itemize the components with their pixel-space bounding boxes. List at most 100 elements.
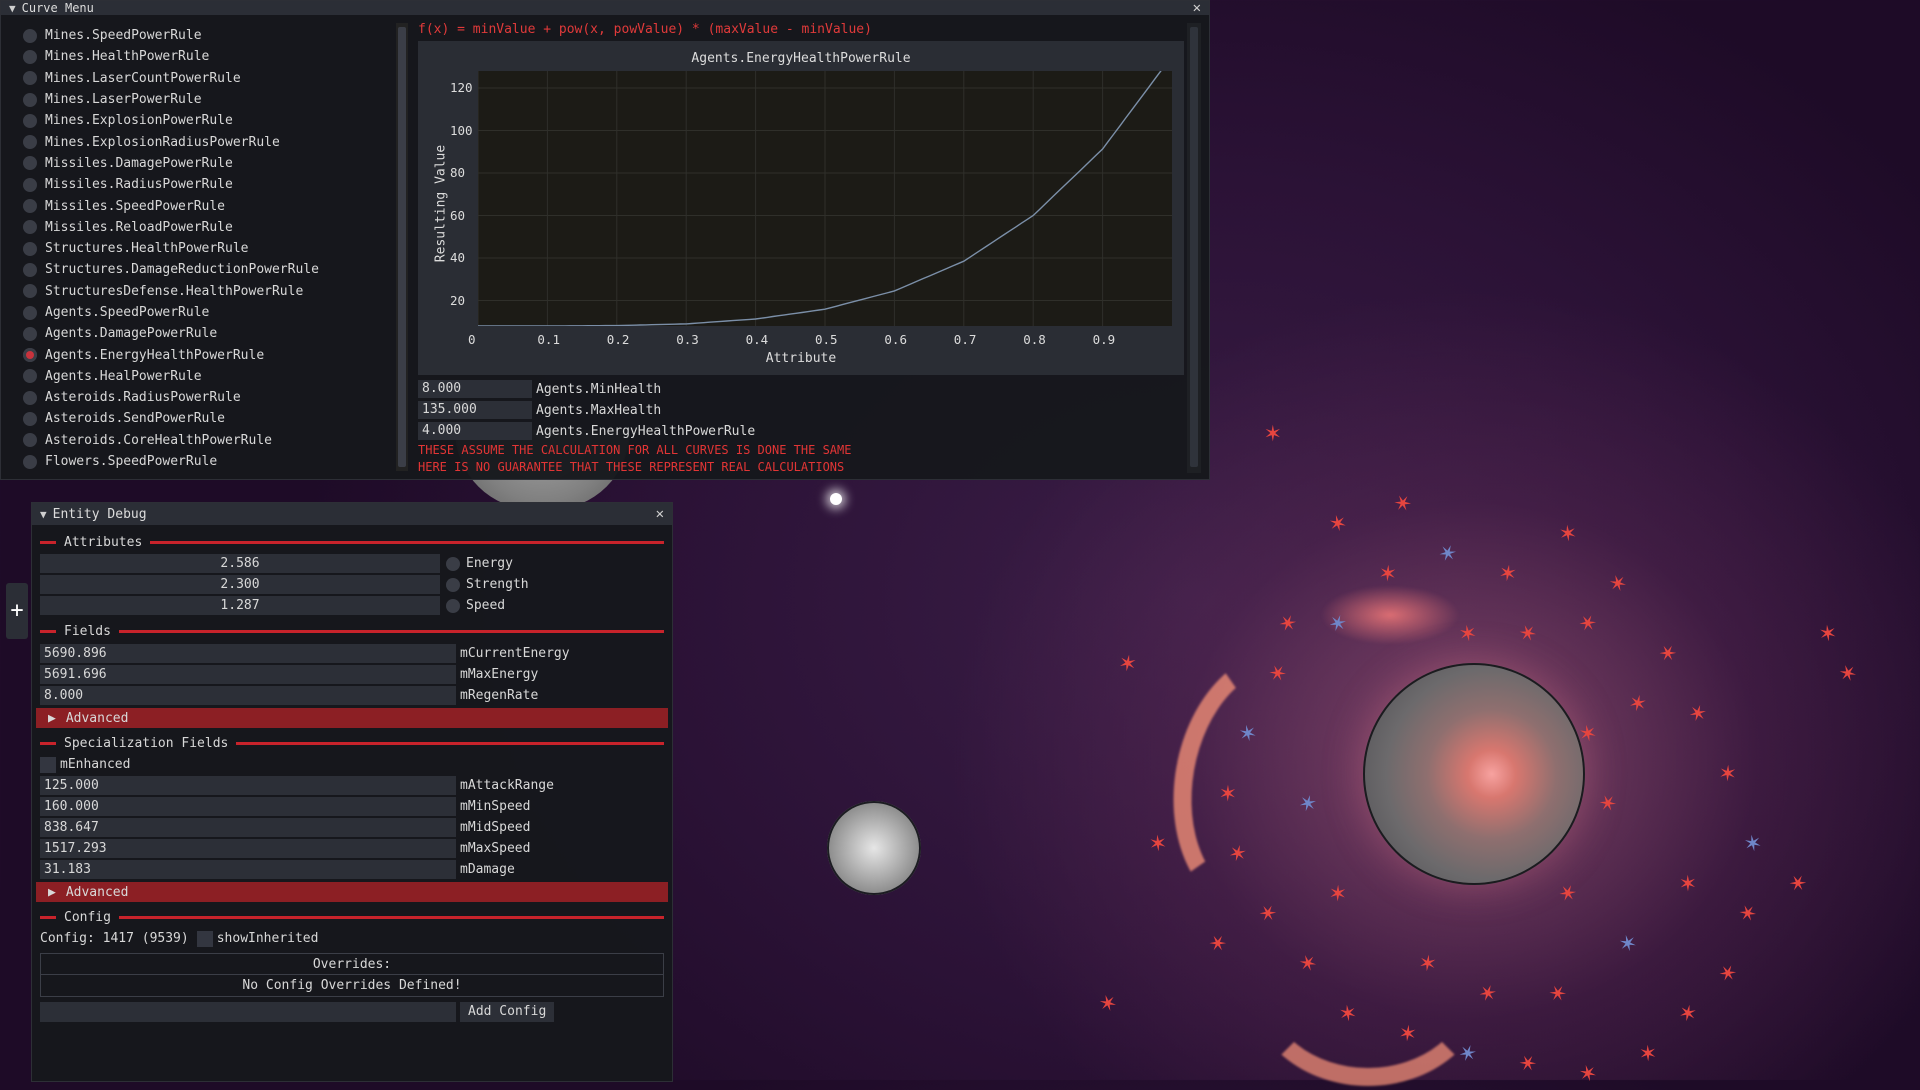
- slider-knob[interactable]: [446, 556, 460, 571]
- rule-item[interactable]: Mines.LaserCountPowerRule: [23, 68, 393, 89]
- rule-item[interactable]: Flowers.SpeedPowerRule: [23, 451, 393, 472]
- enhanced-checkbox[interactable]: [40, 756, 56, 773]
- radio-icon[interactable]: [23, 113, 37, 128]
- radio-icon[interactable]: [23, 220, 37, 235]
- rule-item[interactable]: Mines.SpeedPowerRule: [23, 25, 393, 46]
- rule-item[interactable]: Agents.EnergyHealthPowerRule: [23, 344, 393, 365]
- rule-item[interactable]: Mines.HealthPowerRule: [23, 46, 393, 67]
- agent-sprite: ✶: [1818, 617, 1838, 649]
- advanced-spec-toggle[interactable]: ▶ Advanced: [36, 882, 668, 902]
- show-inherited-checkbox[interactable]: [196, 930, 213, 947]
- entity-debug-title: Entity Debug: [52, 506, 147, 522]
- scrollbar-thumb[interactable]: [398, 27, 406, 467]
- radio-icon[interactable]: [23, 177, 37, 192]
- rule-item[interactable]: Agents.HealPowerRule: [23, 366, 393, 387]
- rule-item[interactable]: Mines.ExplosionPowerRule: [23, 110, 393, 131]
- expand-tab[interactable]: +: [6, 583, 28, 639]
- param-pow-value[interactable]: 4.000: [418, 422, 532, 440]
- enhanced-label: mEnhanced: [60, 757, 131, 772]
- rule-item[interactable]: Missiles.RadiusPowerRule: [23, 174, 393, 195]
- attr-energy-slider[interactable]: 2.586: [40, 554, 440, 573]
- param-min-value[interactable]: 8.000: [418, 380, 532, 398]
- rule-item[interactable]: Mines.ExplosionRadiusPowerRule: [23, 131, 393, 152]
- attr-strength-slider[interactable]: 2.300: [40, 575, 440, 594]
- agent-sprite: ✶: [1621, 690, 1655, 716]
- radio-icon[interactable]: [23, 262, 37, 277]
- rule-item[interactable]: Asteroids.SendPowerRule: [23, 408, 393, 429]
- radio-icon[interactable]: [23, 305, 37, 320]
- curve-menu-title: Curve Menu: [21, 1, 94, 15]
- radio-icon[interactable]: [23, 199, 37, 214]
- scrollbar-thumb[interactable]: [1190, 27, 1198, 467]
- field-value[interactable]: 1517.293: [40, 839, 456, 858]
- close-icon[interactable]: ✕: [1193, 0, 1201, 16]
- rule-item[interactable]: Missiles.ReloadPowerRule: [23, 217, 393, 238]
- field-value[interactable]: 8.000: [40, 686, 456, 705]
- rule-item[interactable]: Structures.DamageReductionPowerRule: [23, 259, 393, 280]
- star-light: [830, 493, 842, 505]
- radio-icon[interactable]: [23, 156, 37, 171]
- radio-selected-icon[interactable]: [23, 348, 37, 363]
- agent-sprite: ✶: [1514, 616, 1541, 650]
- radio-icon[interactable]: [23, 92, 37, 107]
- field-max-energy: 5691.696 mMaxEnergy: [40, 665, 538, 684]
- radio-icon[interactable]: [23, 241, 37, 256]
- x-tick-label: 0.3: [676, 332, 699, 347]
- section-attributes: Attributes: [40, 533, 664, 551]
- field-value[interactable]: 125.000: [40, 776, 456, 795]
- radio-icon[interactable]: [23, 135, 37, 150]
- field-value[interactable]: 31.183: [40, 860, 456, 879]
- curve-panel-scrollbar[interactable]: [1187, 23, 1201, 473]
- rule-item[interactable]: Missiles.SpeedPowerRule: [23, 195, 393, 216]
- spec-attack-range: 125.000 mAttackRange: [40, 776, 554, 795]
- advanced-fields-toggle[interactable]: ▶ Advanced: [36, 708, 668, 728]
- rule-label: Agents.DamagePowerRule: [45, 326, 218, 342]
- collapse-icon[interactable]: ▼: [9, 2, 16, 15]
- rule-item[interactable]: Agents.DamagePowerRule: [23, 323, 393, 344]
- agent-sprite: ✶: [1265, 418, 1281, 448]
- radio-icon[interactable]: [23, 71, 37, 86]
- field-value[interactable]: 5690.896: [40, 644, 456, 663]
- close-icon[interactable]: ✕: [656, 506, 664, 522]
- agent-sprite: ✶: [1471, 982, 1504, 1004]
- rule-label: Missiles.SpeedPowerRule: [45, 198, 226, 214]
- param-max-value[interactable]: 135.000: [418, 401, 532, 419]
- radio-icon[interactable]: [23, 326, 37, 341]
- rule-item[interactable]: Asteroids.RadiusPowerRule: [23, 387, 393, 408]
- agent-sprite: ✶: [1686, 696, 1710, 730]
- agent-sprite: ✶: [1451, 1042, 1485, 1064]
- field-value[interactable]: 838.647: [40, 818, 456, 837]
- rule-item[interactable]: Missiles.DamagePowerRule: [23, 153, 393, 174]
- add-config-button[interactable]: Add Config: [460, 1002, 555, 1022]
- radio-icon[interactable]: [23, 390, 37, 405]
- field-value[interactable]: 160.000: [40, 797, 456, 816]
- radio-icon[interactable]: [23, 411, 37, 426]
- slider-knob[interactable]: [446, 598, 460, 613]
- rule-item[interactable]: Structures.HealthPowerRule: [23, 238, 393, 259]
- radio-icon[interactable]: [23, 49, 37, 64]
- radio-icon[interactable]: [23, 284, 37, 299]
- field-value[interactable]: 5691.696: [40, 665, 456, 684]
- slider-knob[interactable]: [446, 577, 460, 592]
- radio-icon[interactable]: [23, 454, 37, 469]
- field-current-energy: 5690.896 mCurrentEnergy: [40, 644, 570, 663]
- rule-item[interactable]: Agents.SpeedPowerRule: [23, 302, 393, 323]
- attr-speed-slider[interactable]: 1.287: [40, 596, 440, 615]
- entity-debug-titlebar[interactable]: ▼ Entity Debug ✕: [32, 503, 672, 525]
- rule-list-scrollbar[interactable]: [396, 23, 408, 471]
- add-config-input[interactable]: [40, 1002, 456, 1022]
- radio-icon[interactable]: [23, 28, 37, 43]
- rule-item[interactable]: Asteroids.CoreHealthPowerRule: [23, 430, 393, 451]
- curve-menu-titlebar[interactable]: ▼ Curve Menu ✕: [1, 0, 1209, 16]
- x-tick-label: 0.6: [884, 332, 907, 347]
- rule-label: Asteroids.CoreHealthPowerRule: [45, 432, 272, 448]
- rule-item[interactable]: Mines.LaserPowerRule: [23, 89, 393, 110]
- rule-item[interactable]: StructuresDefense.HealthPowerRule: [23, 281, 393, 302]
- agent-sprite: ✶: [1543, 976, 1573, 1010]
- radio-icon[interactable]: [23, 369, 37, 384]
- enhanced-row: mEnhanced: [40, 755, 130, 774]
- param-max: 135.000 Agents.MaxHealth: [418, 400, 661, 420]
- radio-icon[interactable]: [23, 433, 37, 448]
- collapse-icon[interactable]: ▼: [40, 508, 47, 521]
- agent-sprite: ✶: [1091, 991, 1125, 1015]
